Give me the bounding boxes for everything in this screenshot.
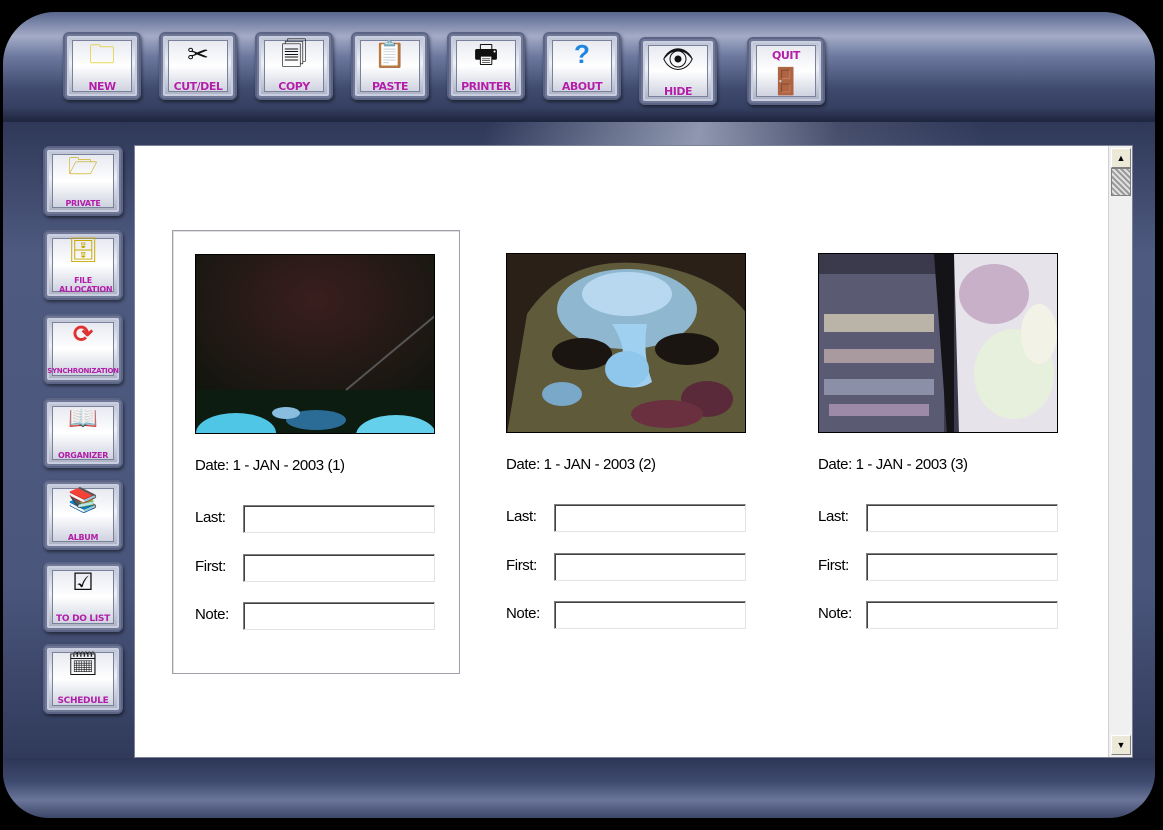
photo-card-3[interactable]: Date: 1 - JAN - 2003 (3) Last: First: No… xyxy=(796,230,1084,674)
about-button-label: ABOUT xyxy=(561,80,603,93)
note-label: Note: xyxy=(195,606,229,623)
first-name-input[interactable] xyxy=(554,553,746,581)
note-input[interactable] xyxy=(554,601,746,629)
photo-date: Date: 1 - JAN - 2003 (3) xyxy=(818,456,968,473)
first-name-label: First: xyxy=(506,557,537,574)
vertical-scrollbar[interactable]: ▲ ▼ xyxy=(1108,146,1132,757)
photo-thumbnail-2[interactable] xyxy=(506,253,746,433)
last-name-label: Last: xyxy=(195,509,226,526)
document-icon: 🗐 xyxy=(281,39,307,69)
sidebar-item-label: SCHEDULE xyxy=(57,696,109,706)
sidebar-item-to-do-list[interactable]: ☑ TO DO LIST xyxy=(43,562,123,632)
first-name-input[interactable] xyxy=(866,553,1058,581)
scissors-icon: ✂ xyxy=(187,39,209,69)
quit-button-label: QUIT xyxy=(772,49,800,62)
photo-thumbnail-3[interactable] xyxy=(818,253,1058,433)
hide-button[interactable]: 👁 HIDE xyxy=(639,37,717,105)
scroll-down-button[interactable]: ▼ xyxy=(1111,735,1131,755)
sidebar-item-private[interactable]: 🗁 PRIVATE xyxy=(43,146,123,216)
last-name-label: Last: xyxy=(506,508,537,525)
sidebar-item-organizer[interactable]: 📖 ORGANIZER xyxy=(43,398,123,468)
note-input[interactable] xyxy=(866,601,1058,629)
sidebar-item-label: ALBUM xyxy=(67,533,99,542)
checklist-icon: ☑ xyxy=(72,569,94,596)
photo-date: Date: 1 - JAN - 2003 (1) xyxy=(195,457,345,474)
top-toolbar: 🗀 NEW ✂ CUT/DEL 🗐 COPY 📋 PASTE 🖶 PRINTER… xyxy=(3,12,1155,123)
paste-button[interactable]: 📋 PASTE xyxy=(351,32,429,100)
file-cabinet-icon: 🗄 xyxy=(67,237,99,264)
album-content-pane: Date: 1 - JAN - 2003 (1) Last: First: No… xyxy=(134,145,1133,758)
first-name-label: First: xyxy=(195,558,226,575)
sidebar-item-label: TO DO LIST xyxy=(56,614,110,624)
hide-button-label: HIDE xyxy=(664,85,692,98)
clipboard-icon: 📋 xyxy=(373,39,407,69)
new-button-label: NEW xyxy=(88,80,116,93)
scroll-up-button[interactable]: ▲ xyxy=(1111,148,1131,168)
cut-delete-button[interactable]: ✂ CUT/DEL xyxy=(159,32,237,100)
first-name-label: First: xyxy=(818,557,849,574)
paste-button-label: PASTE xyxy=(371,80,409,93)
bottom-bar xyxy=(3,758,1155,818)
first-name-input[interactable] xyxy=(243,554,435,582)
quit-button[interactable]: QUIT 🚪 xyxy=(747,37,825,105)
private-folder-icon: 🗁 xyxy=(68,153,98,180)
sidebar-item-album[interactable]: 📚 ALBUM xyxy=(43,480,123,550)
book-icon: 📖 xyxy=(68,405,98,432)
photo-date: Date: 1 - JAN - 2003 (2) xyxy=(506,456,656,473)
last-name-label: Last: xyxy=(818,508,849,525)
exit-door-icon: 🚪 xyxy=(769,66,803,96)
last-name-input[interactable] xyxy=(243,505,435,533)
copy-button-label: COPY xyxy=(278,80,310,93)
note-input[interactable] xyxy=(243,602,435,630)
sidebar-item-label: ORGANIZER xyxy=(57,451,109,460)
sidebar-item-label: FILE ALLOCATION xyxy=(59,276,113,294)
eye-icon: 👁 xyxy=(661,44,695,74)
sidebar-item-label: PRIVATE xyxy=(65,199,101,208)
photo-card-2[interactable]: Date: 1 - JAN - 2003 (2) Last: First: No… xyxy=(484,230,772,674)
sidebar-item-file-allocation[interactable]: 🗄 FILE ALLOCATION xyxy=(43,230,123,300)
note-label: Note: xyxy=(818,605,852,622)
sidebar-item-schedule[interactable]: 🗓 SCHEDULE xyxy=(43,644,123,714)
photo-thumbnail-1[interactable] xyxy=(195,254,435,434)
sidebar-item-label: SYNCHRONIZATION xyxy=(47,367,119,375)
album-stack-icon: 📚 xyxy=(68,487,98,514)
note-label: Note: xyxy=(506,605,540,622)
cut-delete-button-label: CUT/DEL xyxy=(173,80,223,93)
photo-card-1[interactable]: Date: 1 - JAN - 2003 (1) Last: First: No… xyxy=(172,230,460,674)
printer-button-label: PRINTER xyxy=(461,80,511,93)
new-button[interactable]: 🗀 NEW xyxy=(63,32,141,100)
question-icon: ? xyxy=(574,39,590,69)
sidebar-item-synchronization[interactable]: ⟳ SYNCHRONIZATION xyxy=(43,314,123,384)
printer-button[interactable]: 🖶 PRINTER xyxy=(447,32,525,100)
folder-icon: 🗀 xyxy=(88,39,116,69)
about-button[interactable]: ? ABOUT xyxy=(543,32,621,100)
last-name-input[interactable] xyxy=(554,504,746,532)
printer-icon: 🖶 xyxy=(473,39,499,69)
sync-arrows-icon: ⟳ xyxy=(72,321,94,348)
copy-button[interactable]: 🗐 COPY xyxy=(255,32,333,100)
last-name-input[interactable] xyxy=(866,504,1058,532)
scroll-thumb[interactable] xyxy=(1111,168,1131,196)
schedule-icon: 🗓 xyxy=(67,651,99,678)
